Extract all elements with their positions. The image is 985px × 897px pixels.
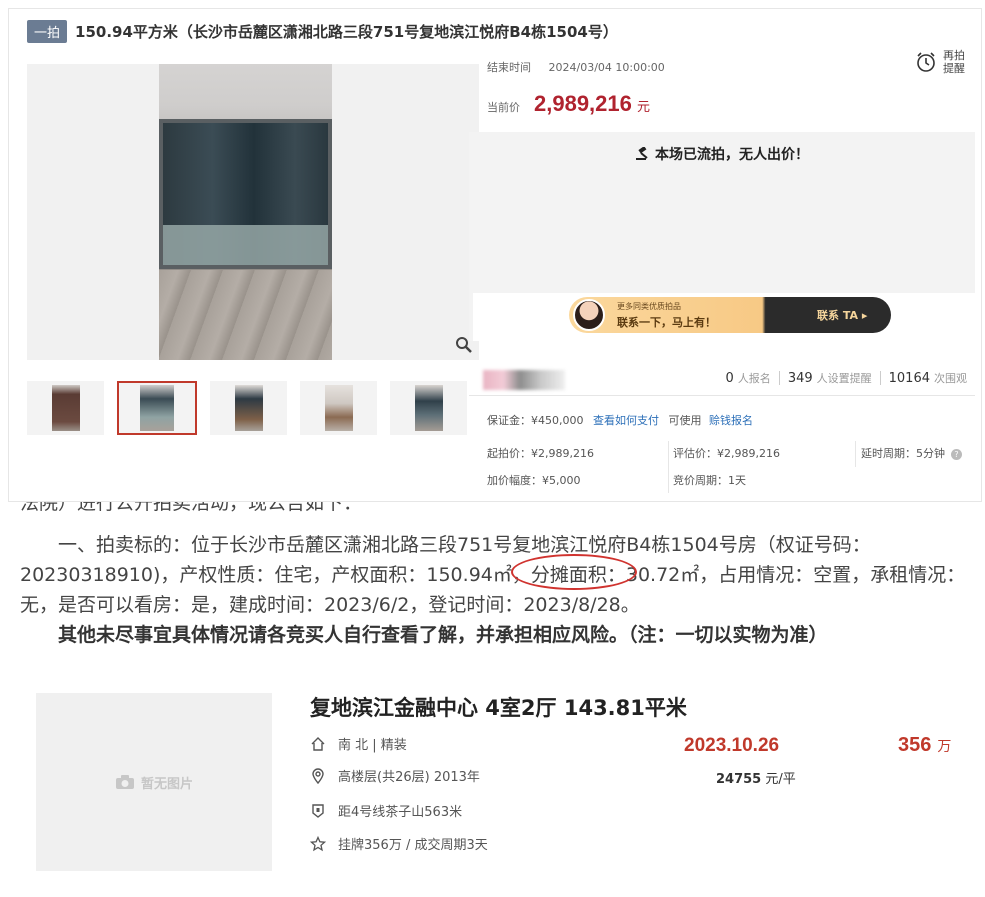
agent-avatar (573, 299, 605, 331)
reminder-count: 349 (787, 371, 813, 386)
price-unit: 元 (636, 100, 650, 115)
disclaimer-paragraph: 其他未尽事宜具体情况请各竞买人自行查看了解，并承担相应风险。（注：一切以实物为准… (20, 624, 828, 646)
banner-subtitle: 更多同类优质拍品 (617, 302, 681, 311)
star-icon (310, 835, 326, 851)
deposit-row: 保证金：¥450,000 查看如何支付 可使用 赊钱报名 (487, 412, 753, 428)
round-badge: 一拍 (27, 19, 68, 43)
views-count: 10164 (888, 371, 930, 386)
listing-info-row: 挂牌356万 / 成交周期3天 (310, 834, 488, 853)
deal-date: 2023.10.26 (684, 735, 780, 756)
bid-increment: 加价幅度：¥5,000 (487, 474, 581, 487)
end-time-label: 结束时间 (487, 61, 531, 74)
price-label: 当前价 (487, 101, 520, 114)
promo-banner-area: 更多同类优质拍品 联系一下，马上有！ 联系 TA ▸ (473, 293, 975, 341)
total-price: 356 万 (898, 734, 952, 756)
main-photo[interactable] (27, 64, 479, 360)
camera-icon (115, 775, 134, 789)
contact-banner[interactable]: 更多同类优质拍品 联系一下，马上有！ 联系 TA ▸ (569, 297, 891, 333)
thumbnail[interactable] (210, 381, 287, 435)
house-icon (311, 736, 325, 751)
thumbnail[interactable] (300, 381, 377, 435)
end-time-row: 结束时间 2024/03/04 10:00:00 (487, 59, 665, 75)
thumbnail[interactable] (390, 381, 467, 435)
deposit: 保证金：¥450,000 (487, 414, 584, 427)
thumbnail-selected[interactable] (117, 381, 197, 435)
orientation-row: 南 北 | 精装 (310, 734, 407, 753)
room-photo (159, 64, 332, 360)
delay-period: 延时周期：5分钟? (861, 445, 962, 461)
signup-label: 人报名 (737, 372, 771, 385)
highlight-oval (511, 554, 637, 590)
thumbnail[interactable] (27, 381, 104, 435)
alarm-clock-icon (917, 52, 935, 72)
remind-label-1: 再拍 (943, 49, 965, 62)
auction-status-box: 本场已流拍，无人出价！ 更多同类优质拍品 联系一下，马上有！ 联系 TA ▸ (469, 132, 975, 341)
reminder-label: 人设置提醒 (816, 372, 872, 385)
clipped-line: 法院）进行公开拍卖活动，现公告如下： (20, 502, 363, 514)
announcement-excerpt: 法院）进行公开拍卖活动，现公告如下： 一、拍卖标的：位于长沙市岳麓区潇湘北路三段… (20, 502, 980, 664)
subway-row: 距4号线茶子山563米 (310, 801, 462, 820)
signup-count: 0 (725, 371, 734, 386)
unit-price: 24755 元/平 (716, 772, 796, 787)
credit-signup-link[interactable]: 赊钱报名 (709, 414, 753, 427)
auction-status: 本场已流拍，无人出价！ (469, 144, 975, 164)
remind-button[interactable]: 再拍 提醒 (915, 49, 965, 75)
gavel-icon (636, 146, 648, 160)
auction-title: 150.94平方米（长沙市岳麓区潇湘北路三段751号复地滨江悦府B4栋1504号… (75, 22, 618, 41)
stats: 0 人报名 349 人设置提醒 10164 次围观 (726, 370, 967, 386)
thumbnail-strip (27, 381, 467, 435)
no-image-placeholder: 暂无图片 (36, 693, 272, 871)
end-time-value: 2024/03/04 10:00:00 (548, 61, 665, 74)
current-price-row: 当前价 2,989,216 元 (487, 91, 650, 117)
how-to-pay-link[interactable]: 查看如何支付 (593, 414, 659, 427)
can-use-label: 可使用 (668, 414, 702, 427)
bid-cycle: 竞价周期：1天 (673, 474, 746, 487)
remind-label-2: 提醒 (943, 62, 965, 75)
location-pin-icon (312, 767, 324, 784)
banner-title: 联系一下，马上有！ (617, 316, 716, 329)
comparable-listing[interactable]: 暂无图片 复地滨江金融中心 4室2厅 143.81平米 南 北 | 精装 高楼层… (0, 680, 985, 880)
subway-shield-icon (312, 803, 324, 818)
views-label: 次围观 (934, 372, 967, 385)
current-price: 2,989,216 (534, 91, 632, 116)
floor-row: 高楼层(共26层) 2013年 (310, 766, 480, 785)
auction-subject-paragraph: 一、拍卖标的：位于长沙市岳麓区潇湘北路三段751号复地滨江悦府B4栋1504号房… (20, 534, 966, 616)
appraisal-price: 评估价：¥2,989,216 (673, 447, 780, 460)
contact-button[interactable]: 联系 TA ▸ (817, 307, 867, 323)
auction-title-row: 一拍 150.94平方米（长沙市岳麓区潇湘北路三段751号复地滨江悦府B4栋15… (27, 19, 618, 43)
auction-card: 一拍 150.94平方米（长沙市岳麓区潇湘北路三段751号复地滨江悦府B4栋15… (8, 8, 982, 502)
listing-title[interactable]: 复地滨江金融中心 4室2厅 143.81平米 (310, 692, 687, 722)
help-icon[interactable]: ? (951, 449, 962, 460)
start-price: 起拍价：¥2,989,216 (487, 447, 594, 460)
stats-row: 0 人报名 349 人设置提醒 10164 次围观 (469, 366, 975, 396)
blurred-avatar (483, 370, 565, 390)
